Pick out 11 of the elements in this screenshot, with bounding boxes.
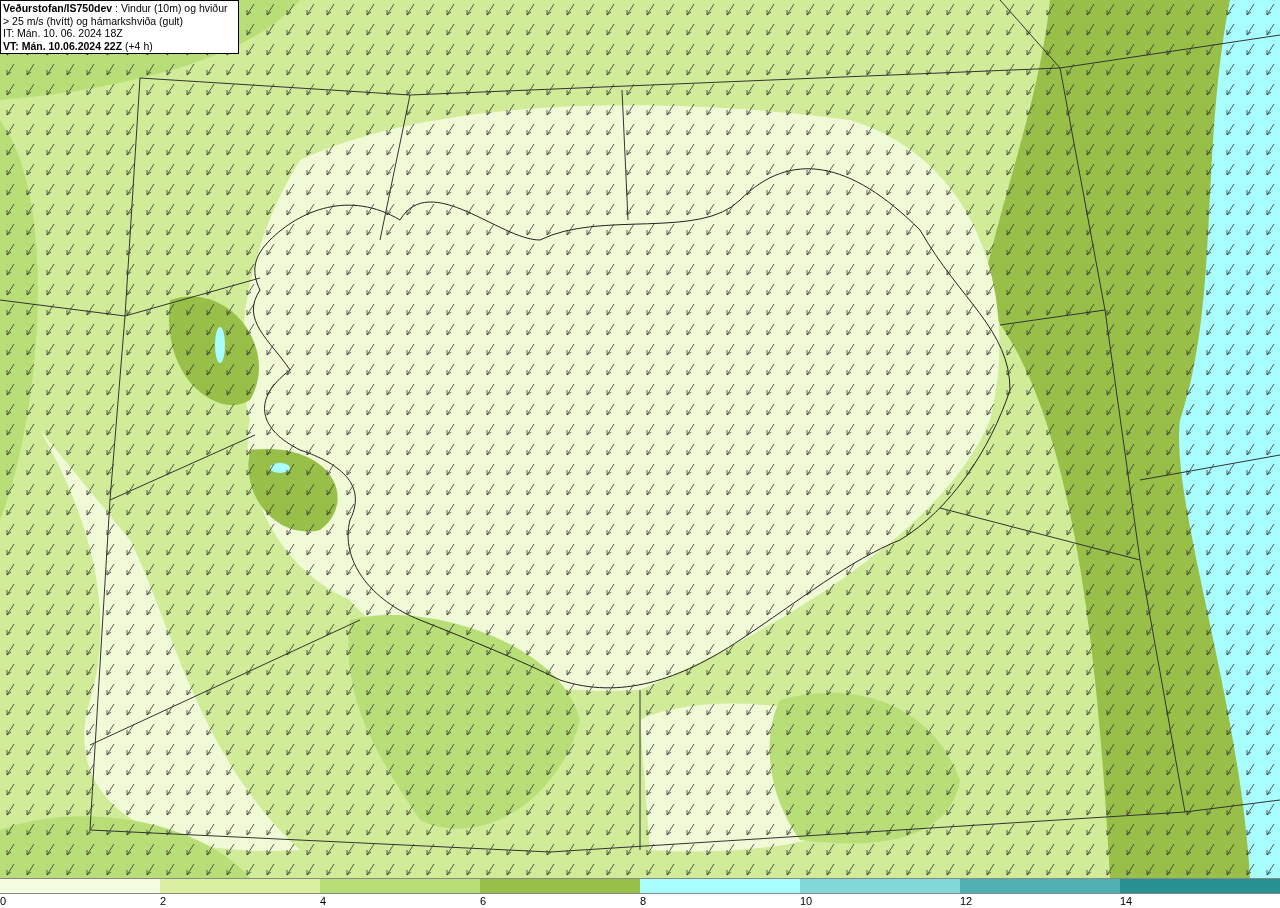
legend-tick-label: 12 [960,894,974,908]
legend-tick-label: 0 [0,894,8,908]
legend-tick-label: 14 [1120,894,1134,908]
legend-tick-label: 8 [640,894,648,908]
valid-time: VT: Mán. 10.06.2024 22Z (+4 h) [3,39,154,52]
legend-tick-label: 6 [480,894,488,908]
issue-time: IT: Mán. 10. 06. 2024 18Z [3,27,124,40]
map-heading: Veðurstofan/IS750dev : Vindur (10m) og hviður > 25 m/s (hvítt) og hámarkshviða (gult) [3,2,229,27]
legend-tick-label: 4 [320,894,328,908]
legend-tick-label: 2 [160,894,168,908]
legend-tick-label: 10 [800,894,814,908]
